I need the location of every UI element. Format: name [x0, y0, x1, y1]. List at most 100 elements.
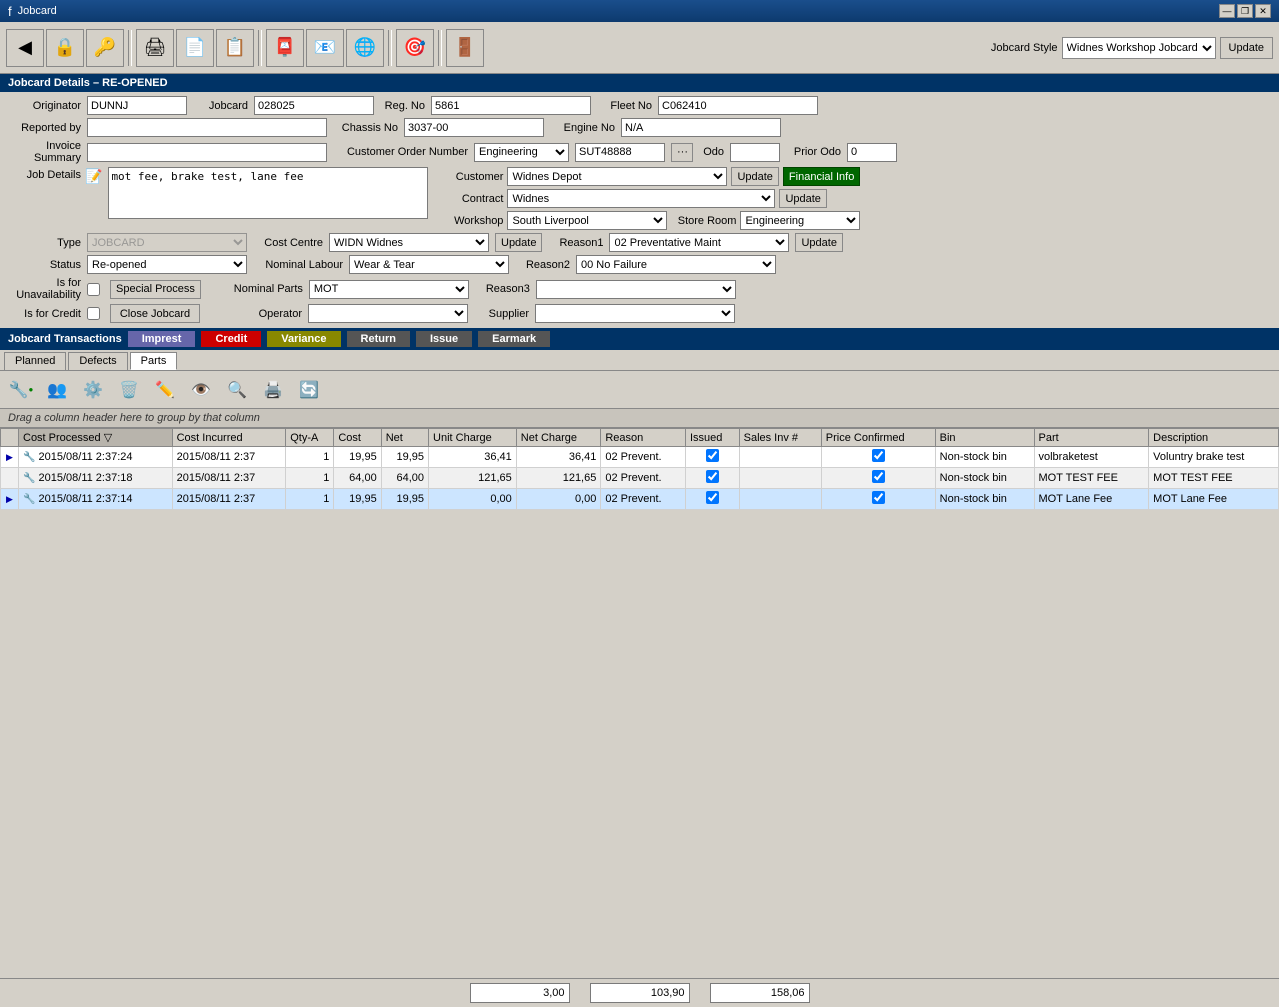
trans-icon-btn-4[interactable]: 🗑️: [112, 374, 146, 406]
badge-imprest[interactable]: Imprest: [128, 331, 196, 347]
trans-icon-btn-5[interactable]: ✏️: [148, 374, 182, 406]
customer-select[interactable]: Widnes Depot: [507, 167, 727, 186]
workshop-select[interactable]: South Liverpool: [507, 211, 667, 230]
engine-no-input[interactable]: [621, 118, 781, 137]
toolbar-btn-mail[interactable]: 📮: [266, 29, 304, 67]
contract-select[interactable]: Widnes: [507, 189, 775, 208]
table-row[interactable]: ▶ 🔧 2015/08/11 2:37:24 2015/08/11 2:37 1…: [1, 447, 1279, 468]
invoice-summary-input[interactable]: [87, 143, 327, 162]
col-issued[interactable]: Issued: [685, 429, 739, 447]
reason3-select[interactable]: [536, 280, 736, 299]
col-sales-inv[interactable]: Sales Inv #: [739, 429, 821, 447]
separator-1: [128, 30, 132, 66]
close-button[interactable]: ✕: [1255, 4, 1271, 18]
toolbar-update-button[interactable]: Update: [1220, 37, 1273, 59]
table-row[interactable]: 🔧 2015/08/11 2:37:18 2015/08/11 2:37 1 6…: [1, 468, 1279, 489]
originator-input[interactable]: [87, 96, 187, 115]
credit-checkbox[interactable]: [87, 307, 100, 320]
operator-select[interactable]: [308, 304, 468, 323]
col-cost-incurred[interactable]: Cost Incurred: [172, 429, 286, 447]
nominal-parts-label: Nominal Parts: [213, 283, 303, 295]
trans-icon-btn-9[interactable]: 🔄: [292, 374, 326, 406]
toolbar-btn-target[interactable]: 🎯: [396, 29, 434, 67]
prior-odo-input[interactable]: [847, 143, 897, 162]
col-cost-processed[interactable]: Cost Processed ▽: [19, 429, 173, 447]
toolbar-btn-email[interactable]: 📧: [306, 29, 344, 67]
chassis-no-input[interactable]: [404, 118, 544, 137]
toolbar-btn-1[interactable]: ◀: [6, 29, 44, 67]
col-qty-a[interactable]: Qty-A: [286, 429, 334, 447]
job-details-icon[interactable]: 📝: [85, 167, 102, 185]
reg-no-input[interactable]: [431, 96, 591, 115]
status-select[interactable]: Re-opened: [87, 255, 247, 274]
store-room-select[interactable]: Engineering: [740, 211, 860, 230]
customer-order-dots-btn[interactable]: ···: [671, 143, 693, 162]
customer-order-select[interactable]: Engineering: [474, 143, 569, 162]
trans-icon-btn-7[interactable]: 🔍: [220, 374, 254, 406]
badge-return[interactable]: Return: [347, 331, 410, 347]
col-net-charge[interactable]: Net Charge: [516, 429, 601, 447]
toolbar-btn-print[interactable]: 🖨: [136, 29, 174, 67]
special-process-btn[interactable]: Special Process: [110, 280, 201, 299]
fleet-no-input[interactable]: [658, 96, 818, 115]
reason2-select[interactable]: 00 No Failure: [576, 255, 776, 274]
toolbar-btn-copy[interactable]: 📋: [216, 29, 254, 67]
col-reason[interactable]: Reason: [601, 429, 686, 447]
badge-credit[interactable]: Credit: [201, 331, 261, 347]
nominal-labour-select[interactable]: Wear & Tear: [349, 255, 509, 274]
toolbar-btn-exit[interactable]: 🚪: [446, 29, 484, 67]
cost-centre-update-btn[interactable]: Update: [495, 233, 542, 252]
col-part[interactable]: Part: [1034, 429, 1149, 447]
badge-issue[interactable]: Issue: [416, 331, 472, 347]
type-select[interactable]: JOBCARD: [87, 233, 247, 252]
col-bin[interactable]: Bin: [935, 429, 1034, 447]
tab-parts[interactable]: Parts: [130, 352, 178, 370]
col-unit-charge[interactable]: Unit Charge: [429, 429, 517, 447]
maximize-button[interactable]: ❐: [1237, 4, 1253, 18]
trans-icon-btn-3[interactable]: ⚙️: [76, 374, 110, 406]
nominal-parts-select[interactable]: MOT: [309, 280, 469, 299]
col-cost[interactable]: Cost: [334, 429, 381, 447]
trans-icon-btn-8[interactable]: 🖨️: [256, 374, 290, 406]
minimize-button[interactable]: —: [1219, 4, 1235, 18]
reported-by-input[interactable]: [87, 118, 327, 137]
supplier-select[interactable]: [535, 304, 735, 323]
toolbar-btn-doc[interactable]: 📄: [176, 29, 214, 67]
trans-icon-btn-6[interactable]: 👁️: [184, 374, 218, 406]
col-net[interactable]: Net: [381, 429, 428, 447]
jobcard-style-select[interactable]: Widnes Workshop Jobcard: [1062, 37, 1216, 59]
col-description[interactable]: Description: [1149, 429, 1279, 447]
summary-net: [710, 983, 810, 1003]
customer-update-btn[interactable]: Update: [731, 167, 778, 186]
trans-icon-btn-2[interactable]: 👥: [40, 374, 74, 406]
jobcard-style-label: Jobcard Style: [991, 42, 1058, 54]
table-row[interactable]: ▶ 🔧 2015/08/11 2:37:14 2015/08/11 2:37 1…: [1, 489, 1279, 510]
data-table-container: Cost Processed ▽ Cost Incurred Qty-A Cos…: [0, 428, 1279, 510]
badge-earmark[interactable]: Earmark: [478, 331, 550, 347]
tab-defects[interactable]: Defects: [68, 352, 127, 370]
badge-variance[interactable]: Variance: [267, 331, 340, 347]
financial-info-btn[interactable]: Financial Info: [783, 167, 860, 186]
jobcard-input[interactable]: [254, 96, 374, 115]
trans-icon-btn-1[interactable]: 🔧●: [4, 374, 38, 406]
row-qty-a-1: 1: [286, 468, 334, 489]
reason1-select[interactable]: 02 Preventative Maint: [609, 233, 789, 252]
row-net-charge-1: 121,65: [516, 468, 601, 489]
job-details-textarea[interactable]: mot fee, brake test, lane fee: [108, 167, 428, 219]
row-cost-incurred-1: 2015/08/11 2:37: [172, 468, 286, 489]
toolbar-btn-lock[interactable]: 🔒: [46, 29, 84, 67]
row-part-1: MOT TEST FEE: [1034, 468, 1149, 489]
close-jobcard-btn[interactable]: Close Jobcard: [110, 304, 200, 323]
odo-input[interactable]: [730, 143, 780, 162]
unavailability-checkbox[interactable]: [87, 283, 100, 296]
customer-order-input[interactable]: [575, 143, 665, 162]
reason1-update-btn[interactable]: Update: [795, 233, 842, 252]
cost-centre-select[interactable]: WIDN Widnes: [329, 233, 489, 252]
toolbar-btn-web[interactable]: 🌐: [346, 29, 384, 67]
summary-qty: [470, 983, 570, 1003]
toolbar-btn-unlock[interactable]: 🔑: [86, 29, 124, 67]
store-room-label: Store Room: [671, 215, 736, 227]
tab-planned[interactable]: Planned: [4, 352, 66, 370]
col-price-confirmed[interactable]: Price Confirmed: [821, 429, 935, 447]
contract-update-btn[interactable]: Update: [779, 189, 826, 208]
